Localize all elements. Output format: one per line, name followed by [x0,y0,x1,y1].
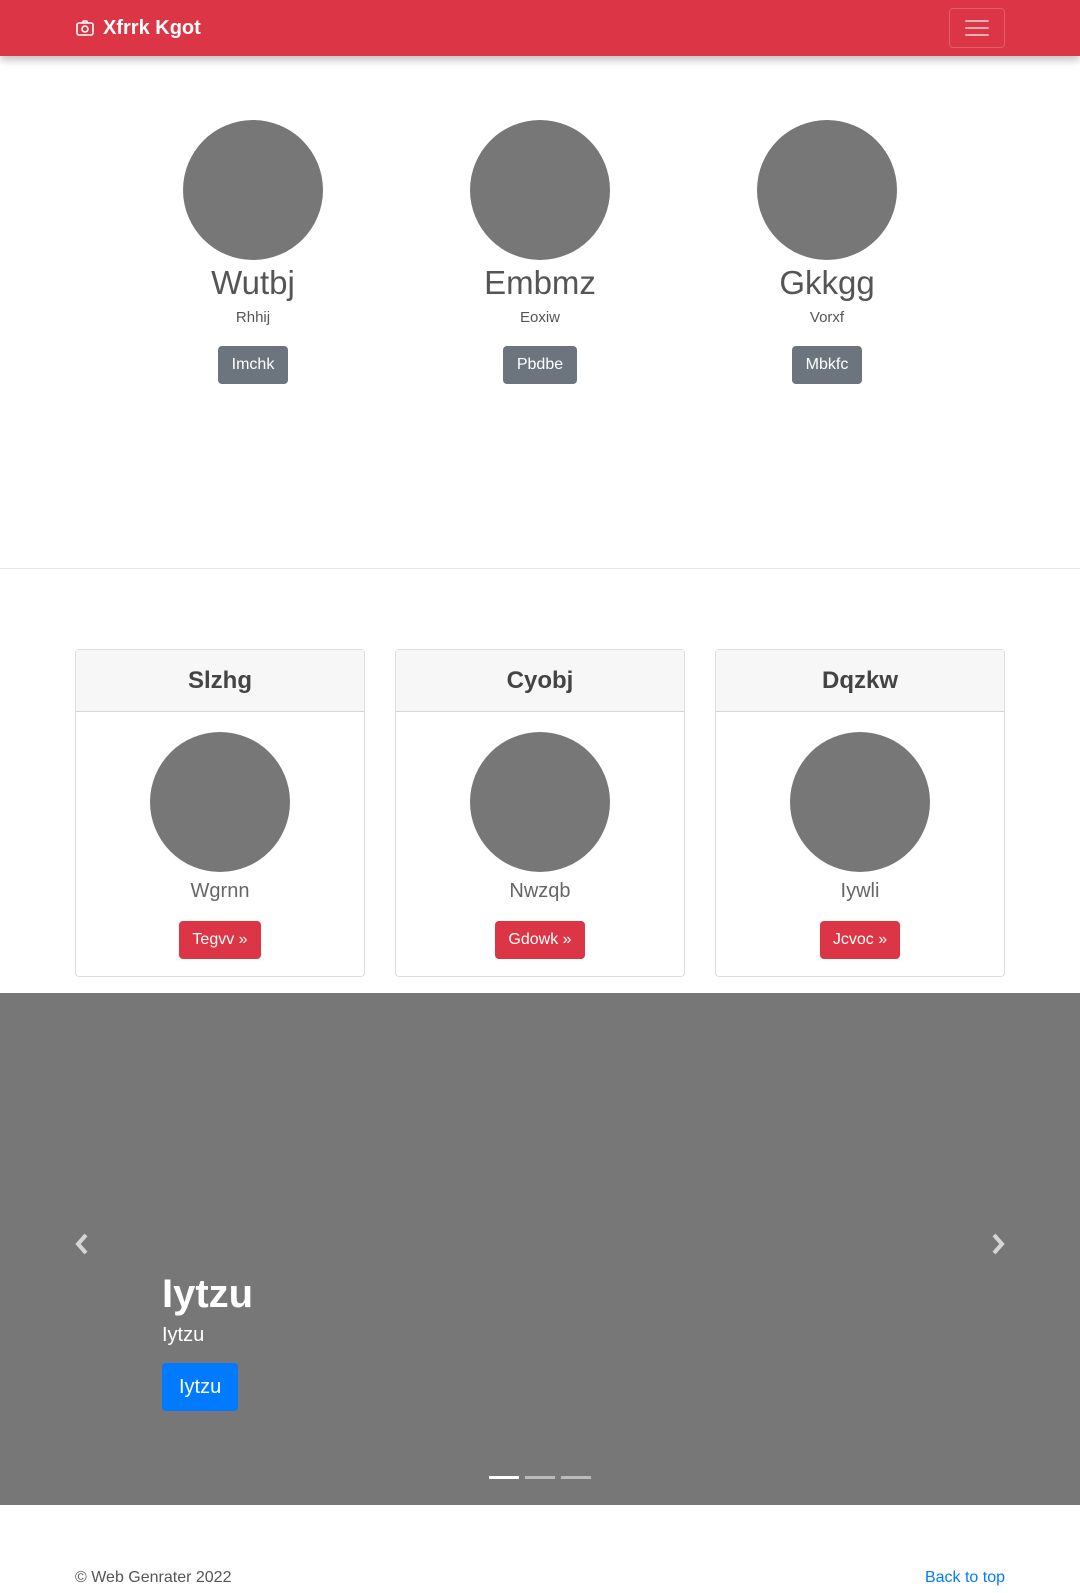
card-button[interactable]: Gdowk » [495,921,585,959]
card-body: Iywli Jcvoc » [716,712,1004,959]
card-body: Wgrnn Tegvv » [76,712,364,959]
carousel-indicator[interactable] [525,1476,555,1479]
hamburger-icon [965,20,989,36]
card-subtitle: Iywli [840,880,880,902]
carousel-indicators [489,1476,591,1479]
people-section: Wutbj Rhhij Imchk Embmz Eoxiw Pbdbe Gkkg… [0,56,1080,569]
carousel-indicator[interactable] [561,1476,591,1479]
person-role: Rhhij [235,309,271,326]
person-block: Wutbj Rhhij Imchk [103,120,403,384]
card-button[interactable]: Tegvv » [179,921,261,959]
avatar [470,120,610,260]
card: Slzhg Wgrnn Tegvv » [75,649,365,977]
person-button[interactable]: Mbkfc [791,346,863,384]
chevron-right-icon [992,1233,1005,1255]
card-header: Dqzkw [716,650,1004,712]
carousel-caption: Iytzu Iytzu Iytzu [162,1269,253,1411]
person-role: Eoxiw [519,309,560,326]
avatar [183,120,323,260]
carousel-button[interactable]: Iytzu [162,1363,239,1411]
card-header: Cyobj [396,650,684,712]
back-to-top-link[interactable]: Back to top [925,1569,1005,1587]
avatar [757,120,897,260]
navbar-toggler-button[interactable] [949,8,1005,48]
navbar: Xfrrk Kgot [0,0,1080,56]
card: Cyobj Nwzqb Gdowk » [395,649,685,977]
carousel-title: Iytzu [162,1272,254,1316]
section-divider [0,568,1080,569]
camera-icon [76,20,94,36]
person-button[interactable]: Imchk [217,346,289,384]
card-button[interactable]: Jcvoc » [819,921,901,959]
card: Dqzkw Iywli Jcvoc » [715,649,1005,977]
footer: © Web Genrater 2022 Back to top [0,1505,1080,1593]
person-block: Embmz Eoxiw Pbdbe [390,120,690,384]
card-subtitle: Wgrnn [190,880,250,902]
carousel-text: Iytzu [162,1324,205,1346]
card-header: Slzhg [76,650,364,712]
copyright-text: © Web Genrater 2022 [75,1569,232,1586]
person-name: Embmz [484,264,596,301]
card-image [790,732,930,872]
person-role: Vorxf [809,309,845,326]
carousel-next-button[interactable] [983,1229,1013,1259]
card-image [150,732,290,872]
person-name: Gkkgg [779,264,875,301]
carousel: Iytzu Iytzu Iytzu [0,993,1080,1505]
person-button[interactable]: Pbdbe [502,346,578,384]
card-subtitle: Nwzqb [509,880,571,902]
chevron-left-icon [75,1233,88,1255]
person-name: Wutbj [211,264,295,301]
carousel-indicator[interactable] [489,1476,519,1479]
carousel-prev-button[interactable] [67,1229,97,1259]
person-block: Gkkgg Vorxf Mbkfc [677,120,977,384]
card-body: Nwzqb Gdowk » [396,712,684,959]
brand-link[interactable]: Xfrrk Kgot [75,14,201,42]
card-image [470,732,610,872]
brand-name: Xfrrk Kgot [103,16,201,39]
